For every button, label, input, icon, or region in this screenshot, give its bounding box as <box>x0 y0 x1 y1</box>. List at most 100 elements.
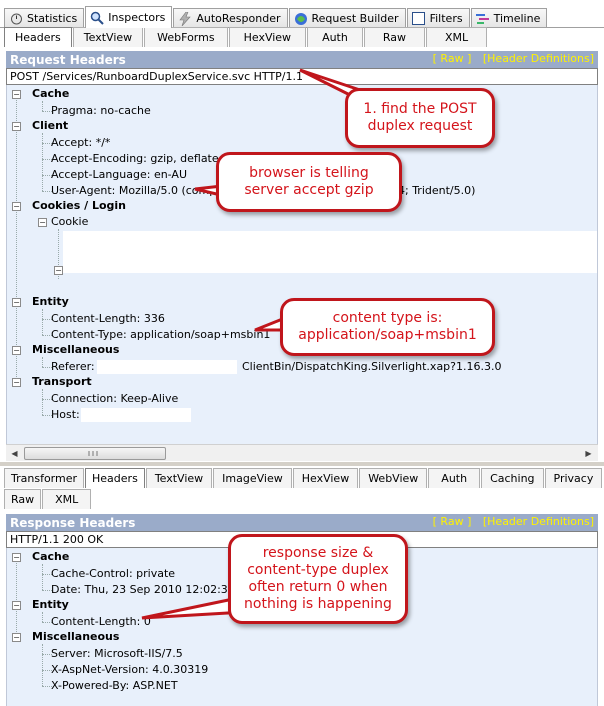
tab-request-raw[interactable]: Raw <box>363 27 425 47</box>
tab-response-caching[interactable]: Caching <box>481 468 544 488</box>
tree-guide <box>16 95 17 385</box>
collapse-entity-icon[interactable]: − <box>12 601 21 610</box>
collapse-misc-icon[interactable]: − <box>12 346 21 355</box>
tab-request-auth[interactable]: Auth <box>307 27 363 47</box>
tab-response-imageview[interactable]: ImageView <box>213 468 292 488</box>
header-connection: Connection: Keep-Alive <box>51 392 179 405</box>
redacted-host <box>81 408 191 422</box>
tab-statistics[interactable]: Statistics <box>4 8 85 28</box>
tab-response-textview[interactable]: TextView <box>145 468 213 488</box>
group-miscellaneous: Miscellaneous <box>32 343 120 356</box>
response-subtabs-row2: Raw XML <box>4 489 92 509</box>
checkbox-icon <box>412 12 426 26</box>
composer-icon <box>294 12 308 26</box>
group-miscellaneous: Miscellaneous <box>32 630 120 643</box>
request-header-links: [ Raw ] [Header Definitions] <box>425 52 594 65</box>
scroll-left-icon[interactable]: ◀ <box>6 445 23 462</box>
header-user-agent: User-Agent: Mozilla/5.0 (compat <box>51 184 228 197</box>
callout-accept-gzip: browser is telling server accept gzip <box>216 152 402 212</box>
collapse-client-icon[interactable]: − <box>12 122 21 131</box>
tab-filters[interactable]: Filters <box>406 8 470 28</box>
scrollbar-thumb[interactable] <box>24 447 166 460</box>
tab-label: Statistics <box>27 12 78 25</box>
collapse-cookies-icon[interactable]: − <box>12 202 21 211</box>
tab-label: Inspectors <box>108 11 166 24</box>
scroll-right-icon[interactable]: ▶ <box>580 445 597 462</box>
group-entity: Entity <box>32 295 69 308</box>
request-headers-title: Request Headers <box>10 52 126 67</box>
request-headers-title-bar: Request Headers [ Raw ] [Header Definiti… <box>6 51 598 68</box>
tab-label: Request Builder <box>311 12 399 25</box>
tab-inspectors[interactable]: Inspectors <box>85 6 173 28</box>
request-header-tree: − Cache Pragma: no-cache − Client Accept… <box>6 85 598 446</box>
tab-response-webview[interactable]: WebView <box>359 468 428 488</box>
group-transport: Transport <box>32 375 92 388</box>
header-referer-tail: ClientBin/DispatchKing.Silverlight.xap?1… <box>242 360 502 373</box>
header-cache-control: Cache-Control: private <box>51 567 176 580</box>
tab-response-raw[interactable]: Raw <box>4 489 42 509</box>
collapse-cookie-icon[interactable]: − <box>38 218 47 227</box>
magnifier-icon <box>90 11 105 25</box>
header-content-length: Content-Length: 336 <box>51 312 165 325</box>
tab-request-headers[interactable]: Headers <box>4 27 72 47</box>
header-accept-language: Accept-Language: en-AU <box>51 168 187 181</box>
tab-label: Filters <box>429 12 463 25</box>
collapse-misc-icon[interactable]: − <box>12 633 21 642</box>
group-client: Client <box>32 119 69 132</box>
lightning-icon <box>178 11 192 26</box>
request-subtabs: Headers TextView WebForms HexView Auth R… <box>4 27 488 47</box>
tree-guide <box>42 101 43 111</box>
tree-guide <box>42 309 43 335</box>
tab-request-webforms[interactable]: WebForms <box>144 27 228 47</box>
tab-response-hexview[interactable]: HexView <box>292 468 359 488</box>
collapse-transport-icon[interactable]: − <box>12 378 21 387</box>
tab-label: AutoResponder <box>196 12 281 25</box>
header-referer-label: Referer: <box>51 360 95 373</box>
tab-request-builder[interactable]: Request Builder <box>288 8 406 28</box>
callout-find-post: 1. find the POST duplex request <box>345 88 495 148</box>
header-user-agent-tail: 4; Trident/5.0) <box>398 184 476 197</box>
raw-link[interactable]: [ Raw ] <box>433 515 472 528</box>
expand-cookie-child-icon[interactable]: − <box>54 266 63 275</box>
response-headers-title-bar: Response Headers [ Raw ] [Header Definit… <box>6 514 598 531</box>
tree-guide <box>42 133 43 191</box>
tree-guide <box>42 612 43 622</box>
collapse-cache-icon[interactable]: − <box>12 553 21 562</box>
tab-timeline[interactable]: Timeline <box>470 8 548 28</box>
response-headers-title: Response Headers <box>10 515 136 530</box>
callout-content-type: content type is: application/soap+msbin1 <box>280 298 495 356</box>
redacted-cookie-block <box>63 231 597 273</box>
tab-request-hexview[interactable]: HexView <box>228 27 307 47</box>
collapse-entity-icon[interactable]: − <box>12 298 21 307</box>
tree-guide <box>16 558 17 638</box>
tab-autoresponder[interactable]: AutoResponder <box>173 8 288 28</box>
redacted-referer <box>97 360 237 374</box>
collapse-cache-icon[interactable]: − <box>12 90 21 99</box>
tab-response-privacy[interactable]: Privacy <box>544 468 603 488</box>
request-horizontal-scrollbar[interactable]: ◀ ▶ <box>6 444 598 461</box>
raw-link[interactable]: [ Raw ] <box>433 52 472 65</box>
header-x-powered-by: X-Powered-By: ASP.NET <box>51 679 178 692</box>
tab-request-xml[interactable]: XML <box>425 27 488 47</box>
header-accept: Accept: */* <box>51 136 111 149</box>
header-date: Date: Thu, 23 Sep 2010 12:02:31 G <box>51 583 247 596</box>
callout-response-size: response size & content-type duplex ofte… <box>228 534 408 624</box>
tab-response-transformer[interactable]: Transformer <box>4 468 85 488</box>
tab-response-auth[interactable]: Auth <box>428 468 481 488</box>
top-tab-bar: Statistics Inspectors AutoResponder Requ… <box>4 6 548 28</box>
group-cookies: Cookies / Login <box>32 199 126 212</box>
group-entity: Entity <box>32 598 69 611</box>
cookie-node: Cookie <box>51 215 89 228</box>
tab-response-headers[interactable]: Headers <box>85 468 145 488</box>
header-definitions-link[interactable]: [Header Definitions] <box>483 515 594 528</box>
header-accept-encoding: Accept-Encoding: gzip, deflate <box>51 152 219 165</box>
tab-response-xml[interactable]: XML <box>42 489 92 509</box>
header-content-type: Content-Type: application/soap+msbin1 <box>51 328 271 341</box>
tab-request-textview[interactable]: TextView <box>72 27 144 47</box>
pane-splitter[interactable] <box>0 462 604 466</box>
stopwatch-icon <box>9 12 23 26</box>
header-definitions-link[interactable]: [Header Definitions] <box>483 52 594 65</box>
tree-guide <box>42 357 43 367</box>
header-x-aspnet-version: X-AspNet-Version: 4.0.30319 <box>51 663 209 676</box>
tree-guide <box>42 564 43 590</box>
